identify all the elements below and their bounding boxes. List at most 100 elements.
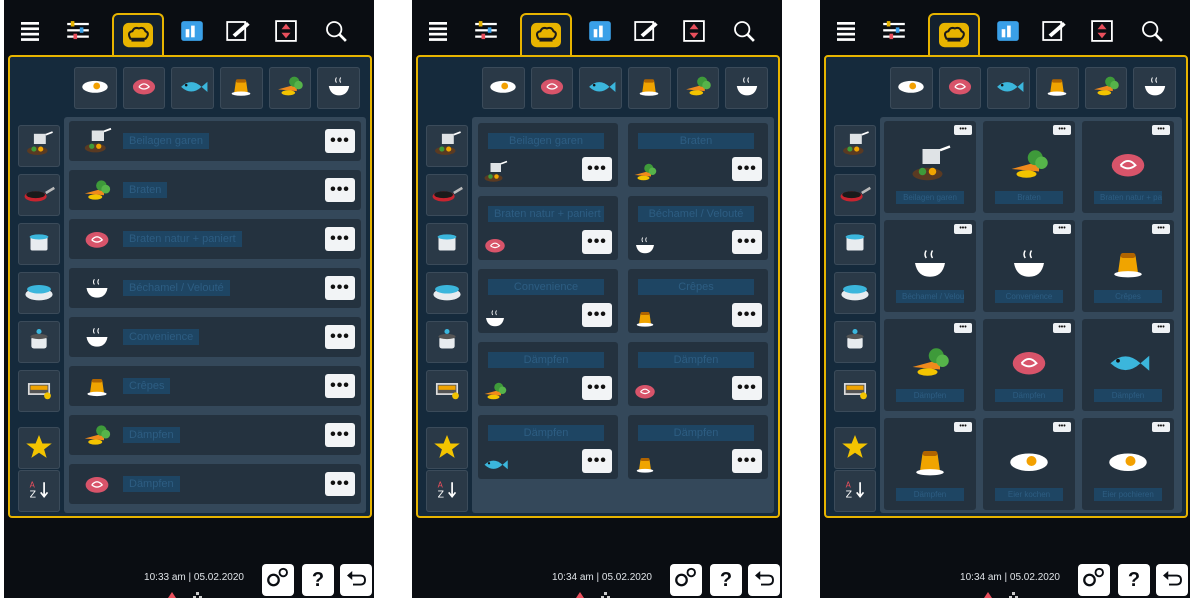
side-mode-frying-pan[interactable] <box>834 174 876 216</box>
recipe-card[interactable]: Dämpfen ••• <box>478 415 618 479</box>
side-mode-lid-pan[interactable] <box>834 272 876 314</box>
search-tab[interactable] <box>1132 16 1172 50</box>
filter-tab[interactable] <box>58 16 98 50</box>
more-options-button[interactable]: ••• <box>1152 323 1170 333</box>
more-options-button[interactable]: ••• <box>954 323 972 333</box>
more-options-button[interactable]: ••• <box>732 376 762 400</box>
recipe-row[interactable]: Béchamel / Velouté ••• <box>69 268 361 308</box>
more-options-button[interactable]: ••• <box>954 422 972 432</box>
side-mode-lid-pan[interactable] <box>426 272 468 314</box>
more-options-button[interactable]: ••• <box>325 227 355 251</box>
more-options-button[interactable]: ••• <box>325 325 355 349</box>
more-options-button[interactable]: ••• <box>954 224 972 234</box>
more-options-button[interactable]: ••• <box>1152 422 1170 432</box>
side-mode-lid-pan[interactable] <box>18 272 60 314</box>
recipe-tile[interactable]: ••• Dämpfen <box>884 319 976 411</box>
side-mode-pot[interactable] <box>426 223 468 265</box>
category-soup[interactable] <box>317 67 361 109</box>
more-options-button[interactable]: ••• <box>325 178 355 202</box>
back-button[interactable] <box>340 564 372 596</box>
recipe-tile[interactable]: ••• Eier pochieren <box>1082 418 1174 510</box>
more-options-button[interactable]: ••• <box>1053 125 1071 135</box>
more-options-button[interactable]: ••• <box>582 449 612 473</box>
side-mode-boil-pot[interactable] <box>834 321 876 363</box>
height-tab[interactable] <box>1082 16 1122 50</box>
chef-hat-tab[interactable] <box>112 13 164 60</box>
side-mode-tray[interactable] <box>18 370 60 412</box>
more-options-button[interactable]: ••• <box>325 423 355 447</box>
recipe-row[interactable]: Crêpes ••• <box>69 366 361 406</box>
side-mode-tray[interactable] <box>834 370 876 412</box>
recipe-card[interactable]: Dämpfen ••• <box>628 342 768 406</box>
recipe-row[interactable]: Braten ••• <box>69 170 361 210</box>
more-options-button[interactable]: ••• <box>1053 224 1071 234</box>
side-mode-pot[interactable] <box>834 223 876 265</box>
recipe-card[interactable]: Dämpfen ••• <box>628 415 768 479</box>
category-egg[interactable] <box>74 67 117 109</box>
chef-hat-tab[interactable] <box>928 13 980 60</box>
back-button[interactable] <box>1156 564 1188 596</box>
more-options-button[interactable]: ••• <box>325 472 355 496</box>
recipe-card[interactable]: Convenience ••• <box>478 269 618 333</box>
menu-tab[interactable] <box>418 16 458 50</box>
category-vegetable[interactable] <box>268 67 312 109</box>
chef-hat-tab[interactable] <box>520 13 572 60</box>
recipe-row[interactable]: Beilagen garen ••• <box>69 121 361 161</box>
more-options-button[interactable]: ••• <box>325 129 355 153</box>
side-mode-pot[interactable] <box>18 223 60 265</box>
side-mode-star[interactable] <box>426 427 468 469</box>
category-meat[interactable] <box>530 67 574 109</box>
filter-tab[interactable] <box>874 16 914 50</box>
recipe-tile[interactable]: ••• Dämpfen <box>1082 319 1174 411</box>
side-mode-sort-az[interactable]: AZ <box>18 470 60 512</box>
cook-tab[interactable] <box>580 16 620 50</box>
more-options-button[interactable]: ••• <box>1152 125 1170 135</box>
more-options-button[interactable]: ••• <box>732 303 762 327</box>
recipe-card[interactable]: Braten natur + paniert ••• <box>478 196 618 260</box>
recipe-card[interactable]: Beilagen garen ••• <box>478 123 618 187</box>
recipe-row[interactable]: Convenience ••• <box>69 317 361 357</box>
recipe-row[interactable]: Dämpfen ••• <box>69 415 361 455</box>
height-tab[interactable] <box>266 16 306 50</box>
recipe-tile[interactable]: ••• Béchamel / Velouté <box>884 220 976 312</box>
recipe-tile[interactable]: ••• Braten natur + paniert <box>1082 121 1174 213</box>
category-soup[interactable] <box>1133 67 1177 109</box>
settings-button[interactable] <box>1078 564 1110 596</box>
filter-tab[interactable] <box>466 16 506 50</box>
help-button[interactable]: ? <box>302 564 334 596</box>
more-options-button[interactable]: ••• <box>1053 323 1071 333</box>
more-options-button[interactable]: ••• <box>954 125 972 135</box>
search-tab[interactable] <box>316 16 356 50</box>
category-meat[interactable] <box>122 67 166 109</box>
more-options-button[interactable]: ••• <box>1152 224 1170 234</box>
side-mode-star[interactable] <box>834 427 876 469</box>
recipe-tile[interactable]: ••• Eier kochen <box>983 418 1075 510</box>
recipe-card[interactable]: Béchamel / Velouté ••• <box>628 196 768 260</box>
side-mode-pan-steam[interactable] <box>426 125 468 167</box>
recipe-row[interactable]: Braten natur + paniert ••• <box>69 219 361 259</box>
recipe-tile[interactable]: ••• Dämpfen <box>983 319 1075 411</box>
side-mode-boil-pot[interactable] <box>426 321 468 363</box>
more-options-button[interactable]: ••• <box>325 374 355 398</box>
side-mode-tray[interactable] <box>426 370 468 412</box>
edit-tab[interactable] <box>1034 16 1074 50</box>
more-options-button[interactable]: ••• <box>732 230 762 254</box>
search-tab[interactable] <box>724 16 764 50</box>
recipe-tile[interactable]: ••• Crêpes <box>1082 220 1174 312</box>
side-mode-pan-steam[interactable] <box>834 125 876 167</box>
side-mode-sort-az[interactable]: AZ <box>834 470 876 512</box>
back-button[interactable] <box>748 564 780 596</box>
cook-tab[interactable] <box>172 16 212 50</box>
more-options-button[interactable]: ••• <box>582 230 612 254</box>
recipe-tile[interactable]: ••• Convenience <box>983 220 1075 312</box>
category-egg[interactable] <box>890 67 933 109</box>
category-fish[interactable] <box>579 67 623 109</box>
category-egg[interactable] <box>482 67 525 109</box>
side-mode-sort-az[interactable]: AZ <box>426 470 468 512</box>
edit-tab[interactable] <box>626 16 666 50</box>
category-fish[interactable] <box>171 67 215 109</box>
help-button[interactable]: ? <box>1118 564 1150 596</box>
edit-tab[interactable] <box>218 16 258 50</box>
settings-button[interactable] <box>262 564 294 596</box>
menu-tab[interactable] <box>10 16 50 50</box>
